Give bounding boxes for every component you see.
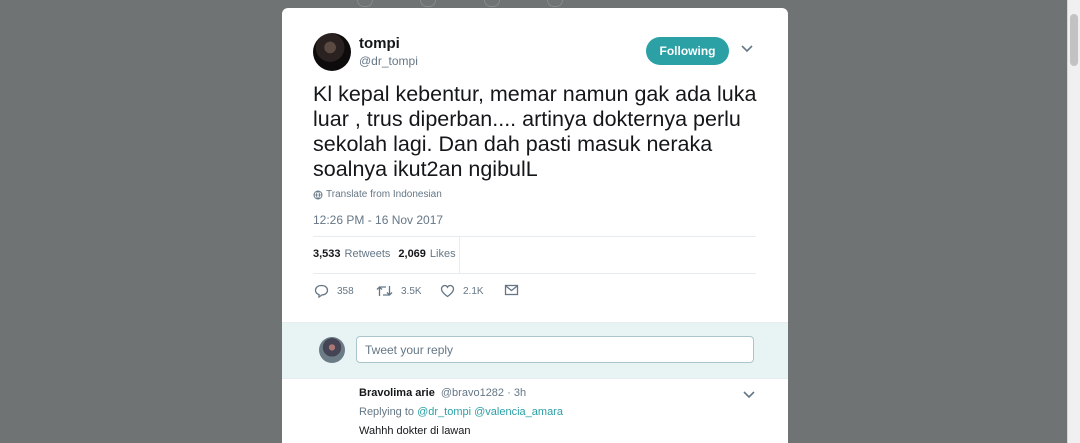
replying-to-label: Replying to [359, 406, 415, 418]
background-retweet-icon [420, 0, 436, 7]
reply-header: Bravolima arie @bravo1282 · 3h [359, 387, 526, 399]
globe-icon [313, 190, 323, 200]
scrollbar-thumb[interactable] [1070, 14, 1078, 66]
author-username[interactable]: @dr_tompi [359, 54, 418, 68]
retweet-count: 3.5K [401, 285, 422, 297]
heart-icon [440, 284, 455, 298]
reply-text: Wahhh dokter di lawan [359, 425, 471, 437]
chevron-down-icon[interactable] [741, 45, 753, 53]
retweets-stat[interactable]: 3,533 Retweets [313, 248, 390, 260]
tweet-text: Kl kepal kebentur, memar namun gak ada l… [313, 82, 757, 181]
background-heart-icon [484, 0, 500, 7]
reply-input[interactable]: Tweet your reply [356, 336, 754, 363]
reply-placeholder: Tweet your reply [365, 342, 454, 357]
reply-tweet[interactable]: Bravolima arie @bravo1282 · 3h Replying … [282, 378, 788, 443]
tweet-permalink-modal: tompi @dr_tompi Following Kl kepal keben… [282, 8, 788, 443]
translate-label: Translate from Indonesian [326, 189, 442, 200]
reply-author-handle[interactable]: @bravo1282 [441, 387, 504, 399]
mention-link[interactable]: @dr_tompi [417, 406, 471, 418]
stats-separator [459, 237, 460, 274]
reply-author-name[interactable]: Bravolima arie [359, 387, 435, 399]
reply-count: 358 [337, 285, 354, 297]
divider [313, 236, 756, 237]
likes-label: Likes [429, 248, 456, 260]
tweet-stats: 3,533 Retweets 2,069 Likes [313, 248, 456, 260]
following-button[interactable]: Following [646, 37, 729, 65]
retweet-button[interactable]: 3.5K [376, 284, 422, 298]
envelope-icon [504, 284, 519, 296]
divider [313, 273, 756, 274]
like-button[interactable]: 2.1K [440, 284, 484, 298]
background-reply-icon [357, 0, 373, 7]
background-mail-icon [547, 0, 563, 7]
retweet-icon [376, 284, 393, 298]
replying-to: Replying to @dr_tompi @valencia_amara [359, 406, 563, 418]
current-user-avatar [319, 337, 345, 363]
reply-composer: Tweet your reply [282, 322, 788, 379]
direct-message-button[interactable] [504, 284, 519, 296]
background-timeline-peek [0, 0, 1080, 8]
likes-stat[interactable]: 2,069 Likes [398, 248, 455, 260]
like-count: 2.1K [463, 285, 484, 297]
translate-link[interactable]: Translate from Indonesian [313, 189, 442, 200]
retweets-count: 3,533 [313, 248, 341, 260]
chevron-down-icon[interactable] [743, 391, 755, 399]
tweet-timestamp[interactable]: 12:26 PM - 16 Nov 2017 [313, 213, 443, 227]
reply-time[interactable]: · 3h [507, 387, 526, 399]
likes-count: 2,069 [398, 248, 426, 260]
page-scrollbar[interactable] [1067, 0, 1080, 443]
author-display-name[interactable]: tompi [359, 35, 400, 52]
author-avatar[interactable] [313, 33, 351, 71]
reply-button[interactable]: 358 [314, 284, 354, 298]
retweets-label: Retweets [344, 248, 391, 260]
reply-icon [314, 284, 329, 298]
mention-link[interactable]: @valencia_amara [474, 406, 563, 418]
